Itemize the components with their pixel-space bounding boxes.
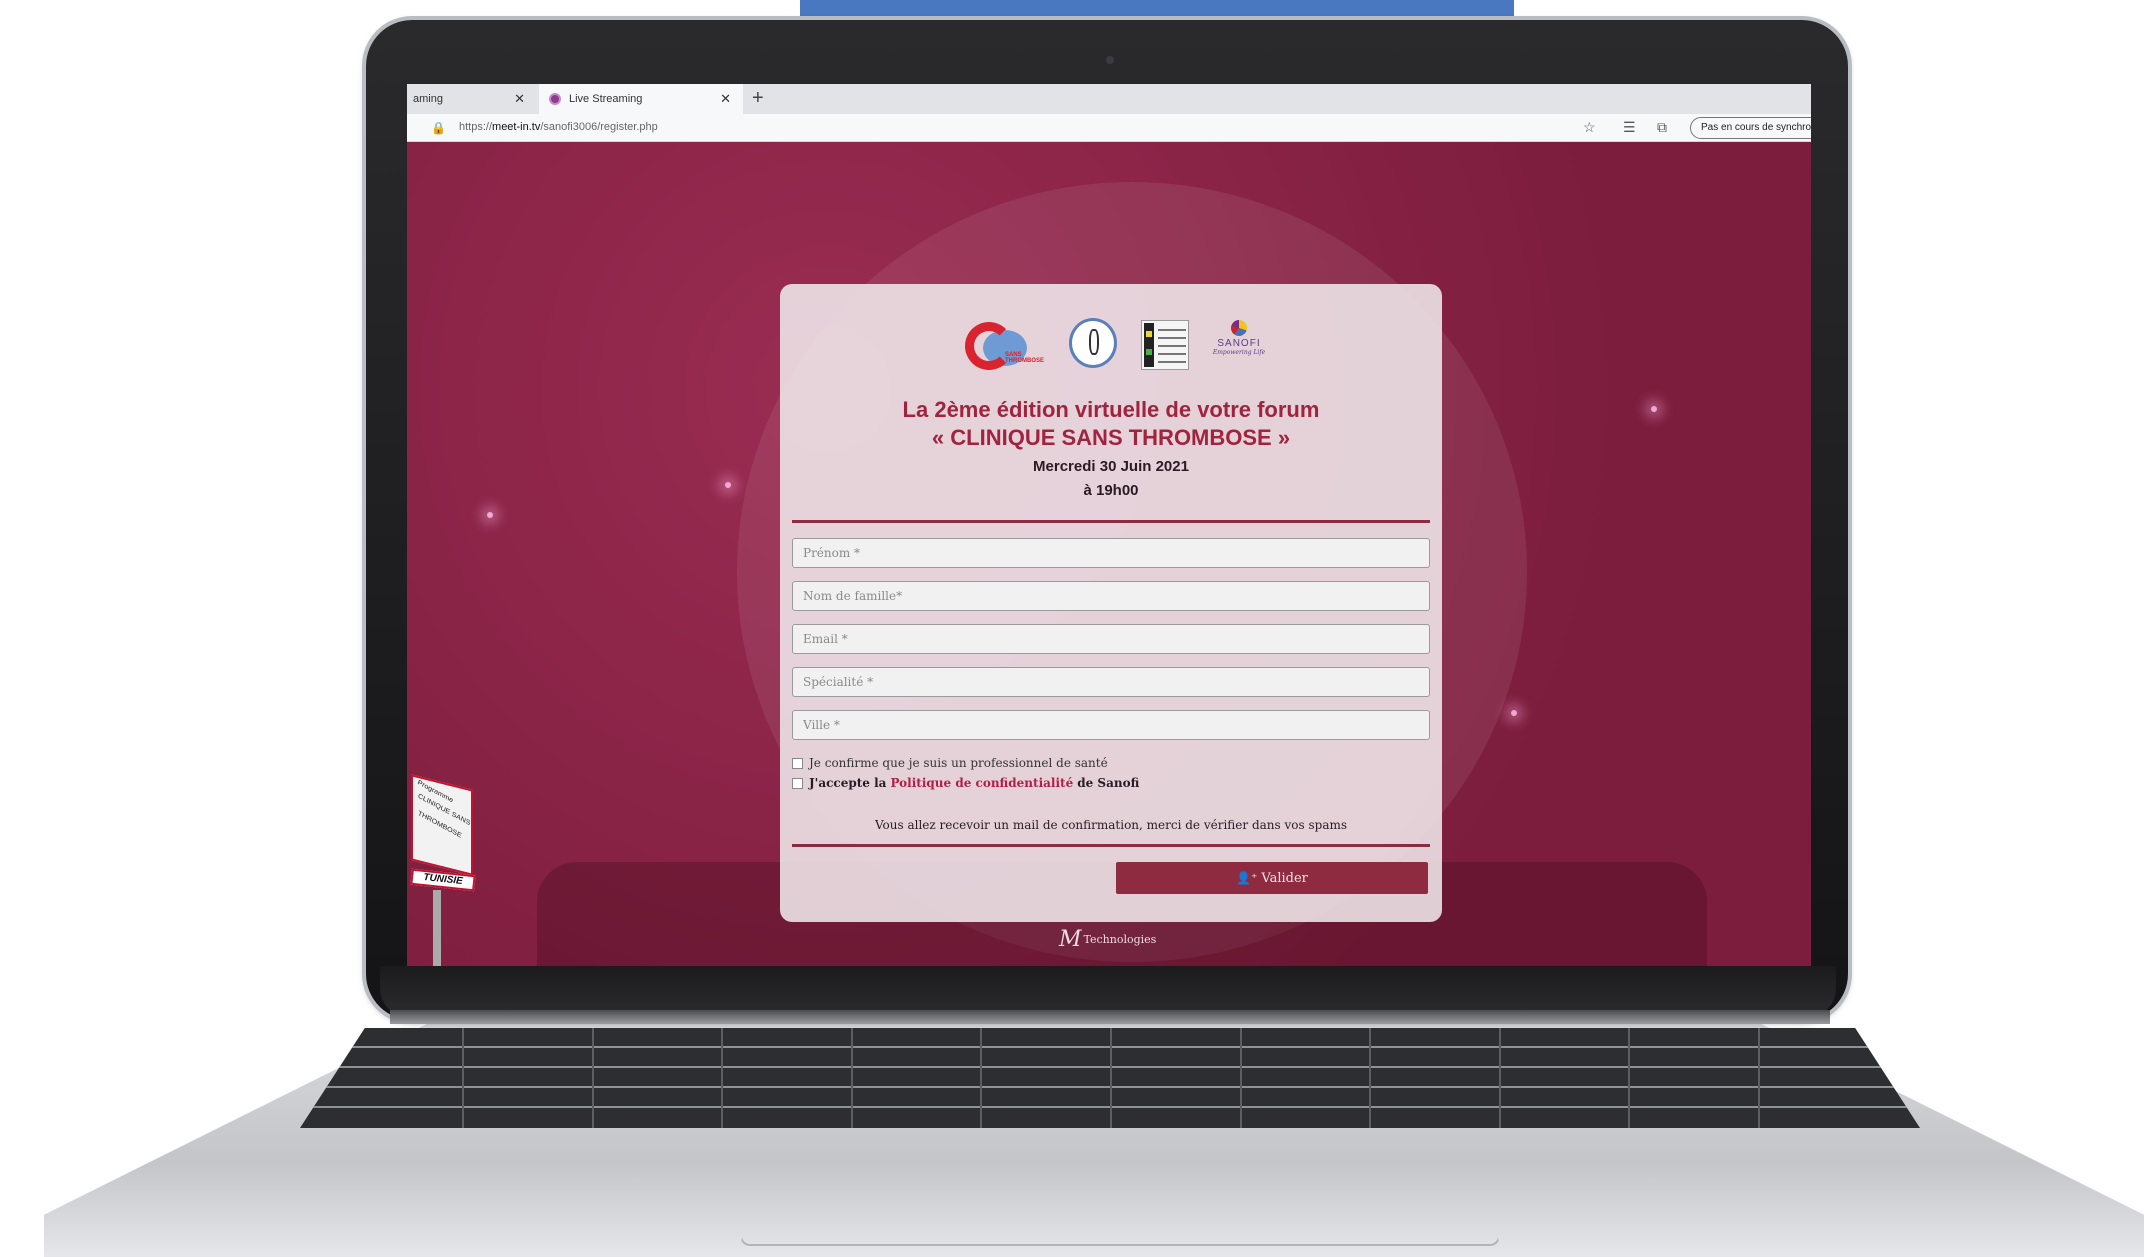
brand-mark-icon: M — [1059, 926, 1082, 952]
background-glow-dot — [1511, 710, 1517, 716]
footer-brand-logo: M Technologies — [1059, 922, 1169, 956]
confirmation-notice: Vous allez recevoir un mail de confirmat… — [874, 818, 1348, 832]
email-field[interactable] — [792, 624, 1430, 654]
browser-address-bar: 🔒 https://meet-in.tv/sanofi3006/register… — [407, 114, 1811, 142]
browser-tab-streaming[interactable]: aming ✕ — [407, 84, 537, 114]
laptop-keyboard — [300, 1028, 1920, 1128]
star-add-icon[interactable]: ☆ — [1583, 119, 1596, 136]
professional-confirm-label: Je confirme que je suis un professionnel… — [809, 756, 1108, 770]
privacy-policy-link[interactable]: Politique de confidentialité — [890, 776, 1073, 790]
professional-confirm-row: Je confirme que je suis un professionnel… — [792, 754, 1108, 772]
program-signpost: Programme CLINIQUE SANS THROMBOSE TUNISI… — [410, 774, 481, 966]
sanofi-bird-icon — [1231, 320, 1247, 336]
webcam — [1106, 56, 1114, 64]
signpost-pole — [433, 890, 441, 966]
divider — [792, 520, 1430, 523]
specialty-field[interactable] — [792, 667, 1430, 697]
laptop-hinge — [390, 1010, 1830, 1024]
first-name-field[interactable] — [792, 538, 1430, 568]
background-blue-band-top — [800, 0, 1514, 22]
profile-sync-button[interactable]: Pas en cours de synchro — [1690, 117, 1811, 139]
last-name-field[interactable] — [792, 581, 1430, 611]
privacy-accept-checkbox[interactable] — [792, 777, 803, 789]
privacy-accept-suffix: de Sanofi — [1077, 776, 1140, 790]
laptop-mockup: aming ✕ Live Streaming ✕ + 🔒 https://mee… — [0, 0, 2144, 1257]
event-title: La 2ème édition virtuelle de votre forum… — [780, 396, 1442, 452]
site-favicon-icon — [549, 93, 561, 105]
signpost-board: Programme CLINIQUE SANS THROMBOSE — [411, 774, 473, 876]
tab-title: Live Streaming — [569, 93, 643, 105]
divider — [792, 844, 1430, 847]
footer-brand-text: Technologies — [1083, 932, 1157, 946]
privacy-accept-prefix: J'accepte la — [809, 776, 887, 790]
close-icon[interactable]: ✕ — [514, 91, 525, 107]
url-field[interactable]: https://meet-in.tv/sanofi3006/register.p… — [459, 121, 658, 133]
registration-page: Programme CLINIQUE SANS THROMBOSE TUNISI… — [407, 142, 1811, 966]
event-title-line1: La 2ème édition virtuelle de votre forum — [902, 397, 1320, 422]
close-icon[interactable]: ✕ — [720, 91, 731, 107]
society-emblem-logo — [1069, 318, 1117, 368]
url-path: /sanofi3006/register.php — [540, 121, 658, 133]
submit-button[interactable]: 👤⁺ Valider — [1116, 862, 1428, 894]
sanofi-logo: SANOFI Empowering Life — [1209, 318, 1269, 374]
browser-tab-bar: aming ✕ Live Streaming ✕ + — [407, 84, 1811, 114]
browser-tab-live-streaming[interactable]: Live Streaming ✕ — [539, 84, 743, 114]
laptop-screen: aming ✕ Live Streaming ✕ + 🔒 https://mee… — [407, 84, 1811, 966]
background-glow-dot — [725, 482, 731, 488]
collections-icon[interactable]: ⧉ — [1657, 119, 1667, 136]
url-scheme: https:// — [459, 121, 493, 133]
lock-icon[interactable]: 🔒 — [431, 121, 446, 135]
sanofi-name: SANOFI — [1217, 338, 1261, 349]
user-plus-icon: 👤⁺ — [1236, 871, 1258, 885]
event-title-line2: « CLINIQUE SANS THROMBOSE » — [931, 425, 1291, 450]
tab-title: aming — [413, 93, 443, 105]
privacy-accept-row: J'accepte la Politique de confidentialit… — [792, 774, 1139, 792]
submit-label: Valider — [1261, 870, 1308, 886]
city-field[interactable] — [792, 710, 1430, 740]
event-date: Mercredi 30 Juin 2021 — [1033, 458, 1189, 475]
logo-text: SANS THROMBOSE — [1005, 352, 1044, 364]
url-host: meet-in.tv — [492, 121, 541, 133]
professional-confirm-checkbox[interactable] — [792, 757, 803, 769]
partner-logos: SANS THROMBOSE SANOFI Empowering Life — [965, 318, 1265, 374]
registration-card: SANS THROMBOSE SANOFI Empowering Life La… — [780, 284, 1442, 922]
background-glow-dot — [1651, 406, 1657, 412]
clinique-sans-thrombose-logo: SANS THROMBOSE — [965, 322, 1044, 372]
new-tab-icon[interactable]: + — [752, 87, 764, 110]
background-glow-dot — [487, 512, 493, 518]
laptop-trackpad — [740, 1128, 1500, 1246]
sanofi-tagline: Empowering Life — [1212, 349, 1266, 356]
event-time: à 19h00 — [1083, 482, 1139, 499]
publication-logo — [1141, 320, 1189, 370]
favorites-list-icon[interactable]: ☰ — [1623, 119, 1636, 136]
